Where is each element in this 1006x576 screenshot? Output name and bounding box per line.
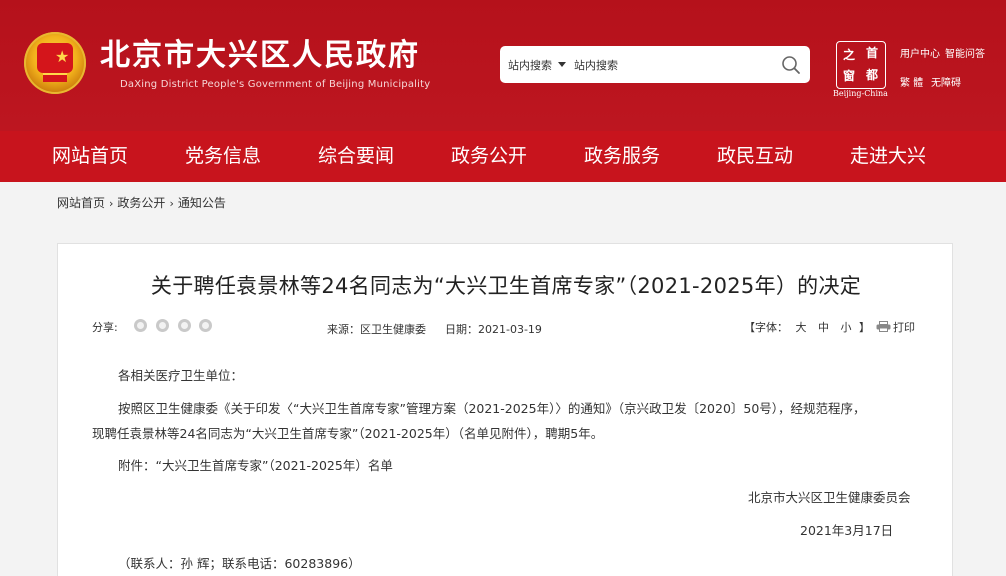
article-date: 日期：2021-03-19	[445, 323, 542, 336]
print-button[interactable]: 打印	[893, 319, 915, 335]
breadcrumb-gov-openness[interactable]: 政务公开	[117, 196, 165, 210]
attachment-link[interactable]: 附件：“大兴卫生首席专家”（2021-2025年）名单	[118, 455, 393, 474]
national-emblem-icon: ★	[24, 32, 86, 94]
nav-item-about-daxing[interactable]: 走进大兴	[850, 144, 926, 168]
nav-item-gov-openness[interactable]: 政务公开	[451, 144, 527, 168]
salutation: 各相关医疗卫生单位：	[118, 368, 244, 383]
font-size-control: 【字体： 大 中 小 】	[744, 321, 870, 334]
font-size-small[interactable]: 小	[841, 321, 852, 334]
nav-item-news[interactable]: 综合要闻	[318, 144, 394, 168]
capital-logo-caption: Beijing-China	[833, 89, 888, 98]
breadcrumb-home[interactable]: 网站首页	[57, 196, 105, 210]
breadcrumb: 网站首页 › 政务公开 › 通知公告	[57, 194, 226, 211]
nav-item-party-affairs[interactable]: 党务信息	[185, 144, 261, 168]
article-source: 来源：区卫生健康委	[327, 323, 426, 336]
font-size-medium[interactable]: 中	[818, 321, 829, 334]
traditional-chinese-link[interactable]: 繁 體	[900, 74, 923, 89]
share-label: 分享:	[92, 321, 118, 334]
font-size-large[interactable]: 大	[796, 321, 807, 334]
search-scope-select[interactable]: 站内搜索	[508, 57, 552, 73]
chevron-right-icon: ›	[169, 197, 174, 210]
user-center-link[interactable]: 用户中心	[900, 45, 940, 60]
nav-item-interaction[interactable]: 政民互动	[717, 144, 793, 168]
paragraph-line: 按照区卫生健康委《关于印发〈“大兴卫生首席专家”管理方案（2021-2025年）…	[118, 401, 866, 416]
sign-date: 2021年3月17日	[800, 523, 894, 538]
search-icon[interactable]	[781, 55, 801, 75]
nav-item-gov-services[interactable]: 政务服务	[584, 144, 660, 168]
site-subtitle: DaXing District People's Government of B…	[120, 79, 431, 90]
favorite-share-icon[interactable]	[199, 319, 212, 332]
article-title: 关于聘任袁景林等24名同志为“大兴卫生首席专家”（2021-2025年）的决定	[150, 274, 862, 298]
chevron-down-icon[interactable]	[558, 62, 566, 67]
signature: 北京市大兴区卫生健康委员会	[748, 490, 911, 505]
site-title[interactable]: 北京市大兴区人民政府	[100, 38, 420, 74]
contact-info: （联系人：孙 辉；联系电话：60283896）	[118, 556, 361, 571]
weibo-share-icon[interactable]	[156, 319, 169, 332]
nav-item-home[interactable]: 网站首页	[52, 144, 128, 168]
accessibility-link[interactable]: 无障碍	[931, 74, 961, 89]
chevron-right-icon: ›	[109, 197, 114, 210]
qzone-share-icon[interactable]	[178, 319, 191, 332]
search-box: 站内搜索	[500, 46, 810, 83]
paragraph-line: 现聘任袁景林等24名同志为“大兴卫生首席专家”（2021-2025年）（名单见附…	[92, 426, 604, 441]
printer-icon[interactable]	[876, 321, 891, 332]
capital-window-logo[interactable]: 之 首 窗 都	[836, 41, 886, 89]
breadcrumb-notices[interactable]: 通知公告	[178, 196, 226, 210]
wechat-share-icon[interactable]	[134, 319, 147, 332]
search-input[interactable]	[574, 55, 764, 75]
smart-qa-link[interactable]: 智能问答	[945, 45, 985, 60]
